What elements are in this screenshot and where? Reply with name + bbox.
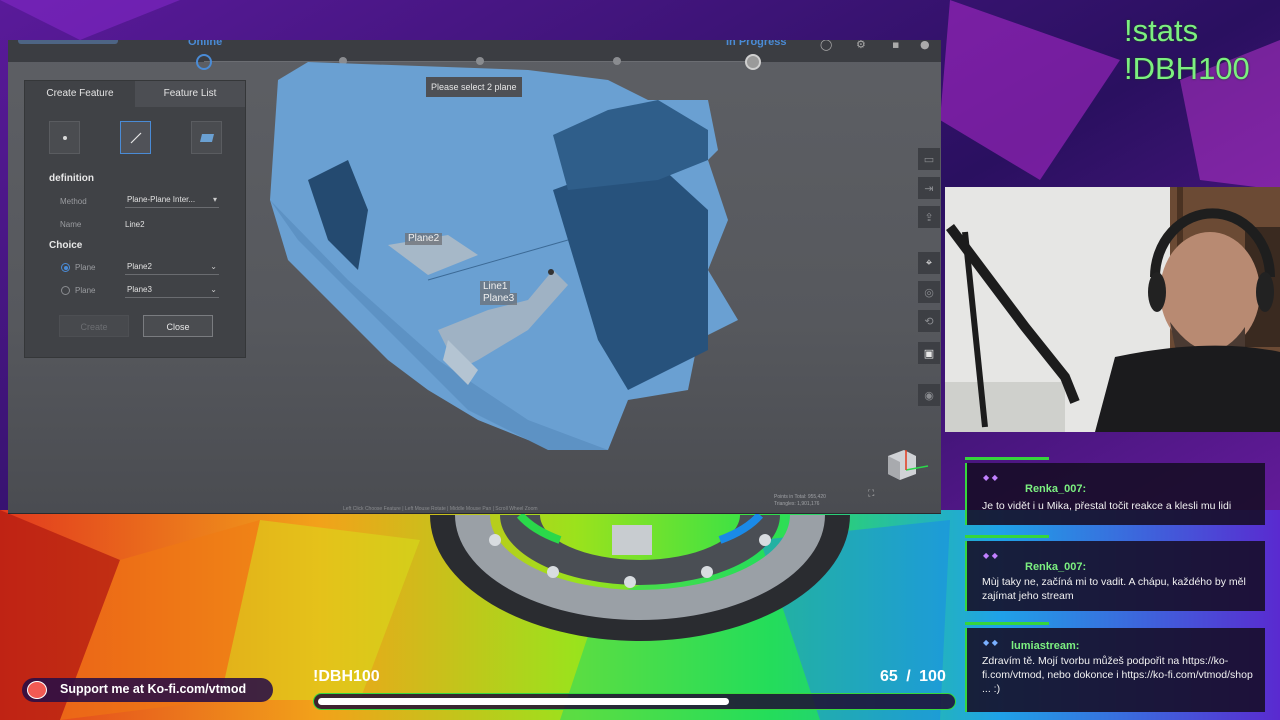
definition-heading: definition xyxy=(49,173,94,184)
chat-username: Renka_007: xyxy=(1025,561,1087,573)
points-total: Points in Total: 955,420 xyxy=(774,494,826,500)
scanner-app-window: ◯ ⚙ ▪ ● Online In Progress Please select… xyxy=(8,40,941,514)
tab-create-feature[interactable]: Create Feature xyxy=(25,81,135,107)
user-badge-icon: ◆ ◆ xyxy=(983,551,998,560)
goal-current: 65 xyxy=(880,668,898,685)
name-label: Name xyxy=(60,220,82,229)
folder-icon[interactable]: ▭ xyxy=(918,148,940,170)
chevron-down-icon: ⌄ xyxy=(210,262,217,271)
chat-text: Je to vidět i u Mika, přestal točit reak… xyxy=(982,500,1232,512)
measure-icon[interactable]: ⌖ xyxy=(918,252,940,274)
chat-panel: ◆ ◆ Renka_007: Je to vidět i u Mika, pře… xyxy=(965,440,1265,712)
choice-1-value: Plane2 xyxy=(127,262,152,271)
goal-count: 65 / 100 xyxy=(880,668,946,686)
plane-tool-button[interactable] xyxy=(191,121,222,154)
view-cube xyxy=(888,450,929,480)
chat-text: Zdravím tě. Mojí tvorbu můžeš podpořit n… xyxy=(982,655,1253,695)
fit-view-icon[interactable]: ⛶ xyxy=(868,489,874,499)
webcam-feed xyxy=(945,187,1280,432)
controls-hint: Left Click Choose Feature | Left Mouse R… xyxy=(343,506,538,512)
create-button[interactable]: Create xyxy=(59,315,129,337)
target-icon[interactable]: ◎ xyxy=(918,281,940,303)
choice-radio-2[interactable] xyxy=(61,286,70,295)
selection-hint-tooltip: Please select 2 plane xyxy=(426,77,522,97)
plane-icon xyxy=(199,133,214,142)
chat-username: lumiastream: xyxy=(1011,640,1080,652)
kofi-banner[interactable]: Support me at Ko-fi.com/vtmod xyxy=(22,678,273,702)
point-icon xyxy=(62,135,67,140)
plane2-label: Plane2 xyxy=(405,233,443,245)
goal-separator: / xyxy=(906,668,911,685)
user-badge-icon: ◆ ◆ xyxy=(983,638,998,647)
export-icon[interactable]: ⇥ xyxy=(918,177,940,199)
method-select[interactable]: Plane-Plane Inter... ▾ xyxy=(125,192,219,208)
close-button[interactable]: Close xyxy=(143,315,213,337)
stats-command: !stats xyxy=(1124,13,1199,48)
plane3-label: Plane3 xyxy=(480,293,518,305)
user-badge-icon: ◆ ◆ xyxy=(983,473,998,482)
kofi-cup-icon xyxy=(27,681,47,699)
goal-label: !DBH100 xyxy=(313,668,380,685)
points-info: Points in Total: 955,420 Triangles: 1,90… xyxy=(774,494,826,508)
choice-2-value: Plane3 xyxy=(127,285,152,294)
chevron-down-icon: ▾ xyxy=(212,195,217,204)
chat-username: Renka_007: xyxy=(1025,483,1087,495)
align-icon[interactable]: ⟲ xyxy=(918,310,940,332)
dbh-command: !DBH100 xyxy=(1124,51,1250,86)
triangles-total: Triangles: 1,901,176 xyxy=(774,501,820,507)
name-value[interactable]: Line2 xyxy=(125,220,145,229)
choice-1-select[interactable]: Plane2 ⌄ xyxy=(125,259,219,275)
share-icon[interactable]: ⇪ xyxy=(918,206,940,228)
feature-panel: Create Feature Feature List definition M… xyxy=(24,80,246,358)
choice-radio-1[interactable] xyxy=(61,263,70,272)
chat-text: Mùj taky ne, začíná mi to vadit. A chápu… xyxy=(982,576,1246,602)
method-label: Method xyxy=(60,197,87,206)
goal-progress-bar xyxy=(313,693,956,710)
eye-icon[interactable]: ◉ xyxy=(918,384,940,406)
goal-target: 100 xyxy=(919,668,946,685)
point-tool-button[interactable] xyxy=(49,121,80,154)
choice-heading: Choice xyxy=(49,240,83,251)
layers-icon[interactable]: ▣ xyxy=(918,342,940,364)
chevron-down-icon: ⌄ xyxy=(210,285,217,294)
method-value: Plane-Plane Inter... xyxy=(127,195,196,204)
kofi-text: Support me at Ko-fi.com/vtmod xyxy=(60,682,247,696)
line-icon xyxy=(130,132,141,143)
scan-mesh xyxy=(270,62,738,450)
choice-1-label: Plane xyxy=(75,263,96,272)
line1-label: Line1 xyxy=(480,281,511,293)
tab-feature-list[interactable]: Feature List xyxy=(135,81,245,107)
choice-2-select[interactable]: Plane3 ⌄ xyxy=(125,282,219,298)
choice-2-label: Plane xyxy=(75,286,96,295)
line-tool-button[interactable] xyxy=(120,121,151,154)
goal-progress-fill xyxy=(318,698,729,705)
